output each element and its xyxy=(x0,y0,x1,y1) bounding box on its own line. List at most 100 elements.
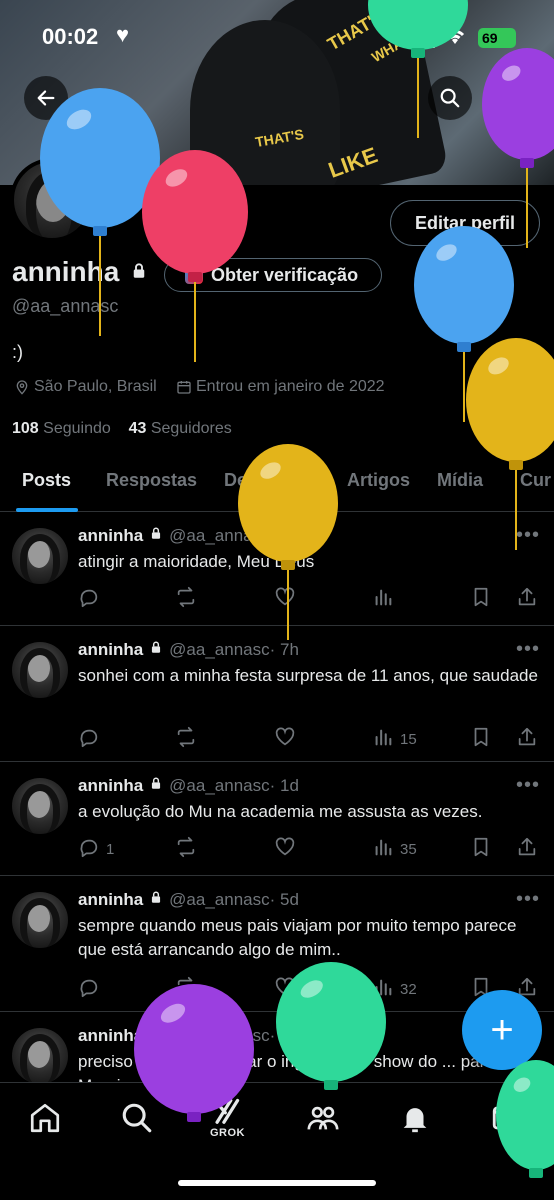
edit-profile-button[interactable]: Editar perfil xyxy=(390,200,540,246)
bookmark-icon xyxy=(470,586,498,612)
tweet-avatar[interactable] xyxy=(12,1028,68,1084)
more-options-icon[interactable]: ••• xyxy=(516,774,540,797)
more-options-icon[interactable]: ••• xyxy=(516,888,540,911)
views-icon xyxy=(372,726,400,752)
grok-icon xyxy=(214,1098,239,1124)
tab-media[interactable]: Mídia xyxy=(437,470,483,491)
tweet[interactable]: anninha @aa_annasc · 5d ••• sempre quando me… xyxy=(0,876,554,1012)
like-button[interactable] xyxy=(274,976,302,1002)
like-button[interactable] xyxy=(274,586,302,612)
tweet-author-handle[interactable]: @aa_annasc xyxy=(169,526,269,546)
signal-icon xyxy=(406,28,436,48)
tab-highlights[interactable]: Destaques xyxy=(224,470,315,491)
tweet-avatar[interactable] xyxy=(12,778,68,834)
retweet-button[interactable] xyxy=(174,726,204,752)
share-tweet-button[interactable] xyxy=(516,726,544,752)
retweet-button[interactable] xyxy=(174,836,204,862)
heart-icon xyxy=(274,836,302,862)
bookmark-button[interactable] xyxy=(470,726,498,752)
tweet-author-name[interactable]: anninha xyxy=(78,1026,143,1046)
more-options-icon[interactable]: ••• xyxy=(516,638,540,661)
tweet-author-name[interactable]: anninha xyxy=(78,640,143,660)
share-icon xyxy=(516,586,544,612)
battery-indicator: 69 xyxy=(478,28,516,48)
retweet-button[interactable] xyxy=(174,586,204,612)
reply-button[interactable] xyxy=(78,976,106,1002)
nav-grok[interactable]: GROK xyxy=(210,1095,245,1139)
tweet-timestamp[interactable]: · 7h xyxy=(270,640,299,660)
share-tweet-button[interactable] xyxy=(516,836,544,862)
tab-more[interactable]: Cur xyxy=(520,470,551,491)
tweet-timestamp[interactable]: · 5d xyxy=(270,1026,299,1046)
home-indicator xyxy=(178,1180,376,1186)
tweet-text: sonhei com a minha festa surpresa de 11 … xyxy=(78,666,538,685)
like-button[interactable] xyxy=(274,726,302,752)
views-button[interactable]: 15 xyxy=(372,726,417,752)
wifi-icon xyxy=(445,30,465,44)
share-icon xyxy=(516,726,544,752)
tweet-actions: 1 35 xyxy=(78,836,540,860)
like-button[interactable] xyxy=(274,836,302,862)
tweet[interactable]: anninha @aa_annasc · 20s ••• atingir a maior… xyxy=(0,512,554,626)
tweet-timestamp[interactable]: · 5d xyxy=(270,890,299,910)
get-verified-button[interactable]: Obter verificação xyxy=(164,258,382,292)
profile-location: São Paulo, Brasil xyxy=(14,378,157,396)
tab-posts[interactable]: Posts xyxy=(22,470,71,491)
nav-explore[interactable] xyxy=(120,1101,154,1135)
tweet[interactable]: anninha @aa_annasc · 1d ••• a evolução do Mu… xyxy=(0,762,554,876)
bell-icon xyxy=(403,1108,427,1133)
tweet[interactable]: anninha @aa_annasc · 7h ••• sonhei com a min… xyxy=(0,626,554,762)
search-icon xyxy=(122,1103,152,1133)
tab-replies[interactable]: Respostas xyxy=(106,470,197,491)
views-button[interactable]: 35 xyxy=(372,836,417,862)
share-tweet-button[interactable] xyxy=(516,586,544,612)
views-button[interactable]: 32 xyxy=(372,976,417,1002)
tweet-author-name[interactable]: anninha xyxy=(78,526,143,546)
tweet-avatar[interactable] xyxy=(12,528,68,584)
tweet-author-name[interactable]: anninha xyxy=(78,776,143,796)
nav-communities[interactable] xyxy=(306,1101,340,1135)
tweet-author-handle[interactable]: @aa_annasc xyxy=(169,1026,269,1046)
reply-button[interactable]: 1 xyxy=(78,836,114,862)
calendar-icon xyxy=(177,381,191,394)
nav-messages[interactable] xyxy=(490,1101,524,1135)
retweet-button[interactable] xyxy=(174,976,204,1002)
get-verified-label: Obter verificação xyxy=(211,264,359,285)
profile-avatar[interactable] xyxy=(10,158,94,242)
reply-button[interactable] xyxy=(78,726,106,752)
location-text: São Paulo, Brasil xyxy=(34,378,157,395)
tweet-author-name[interactable]: anninha xyxy=(78,890,143,910)
tweet-author-handle[interactable]: @aa_annasc xyxy=(169,890,269,910)
views-button[interactable] xyxy=(372,586,400,612)
back-button[interactable] xyxy=(24,76,68,120)
tweet-actions: 32 xyxy=(78,976,540,1000)
heart-icon xyxy=(274,726,302,752)
tweet-header: anninha @aa_annasc · 7h xyxy=(78,640,299,660)
bookmark-button[interactable] xyxy=(470,836,498,862)
tweet-timestamp[interactable]: · 1d xyxy=(270,776,299,796)
lock-icon xyxy=(149,890,163,910)
bookmark-button[interactable] xyxy=(470,586,498,612)
compose-button[interactable]: + xyxy=(462,990,542,1070)
views-count: 15 xyxy=(400,730,417,748)
followers-link[interactable]: 43 Seguidores xyxy=(129,420,232,437)
tweet-author-handle[interactable]: @aa_annasc xyxy=(169,776,269,796)
views-icon xyxy=(372,836,400,862)
share-button[interactable] xyxy=(486,76,530,120)
following-link[interactable]: 108 Seguindo xyxy=(12,420,111,437)
tweet-author-handle[interactable]: @aa_annasc xyxy=(169,640,269,660)
tweet-timestamp[interactable]: · 20s xyxy=(270,526,308,546)
status-bar: 00:02 ♥ 69 xyxy=(0,18,554,58)
tab-articles[interactable]: Artigos xyxy=(347,470,410,491)
reply-button[interactable] xyxy=(78,586,106,612)
tweet-avatar[interactable] xyxy=(12,642,68,698)
tweet-header: anninha @aa_annasc · 1d xyxy=(78,776,299,796)
tweet-header: anninha @aa_annasc · 5d xyxy=(78,890,299,910)
more-options-icon[interactable]: ••• xyxy=(516,524,540,547)
retweet-icon xyxy=(174,836,204,862)
nav-home[interactable] xyxy=(28,1101,62,1135)
tweet-avatar[interactable] xyxy=(12,892,68,948)
bookmark-icon xyxy=(470,726,498,752)
search-button[interactable] xyxy=(428,76,472,120)
nav-notifications[interactable] xyxy=(398,1101,432,1135)
